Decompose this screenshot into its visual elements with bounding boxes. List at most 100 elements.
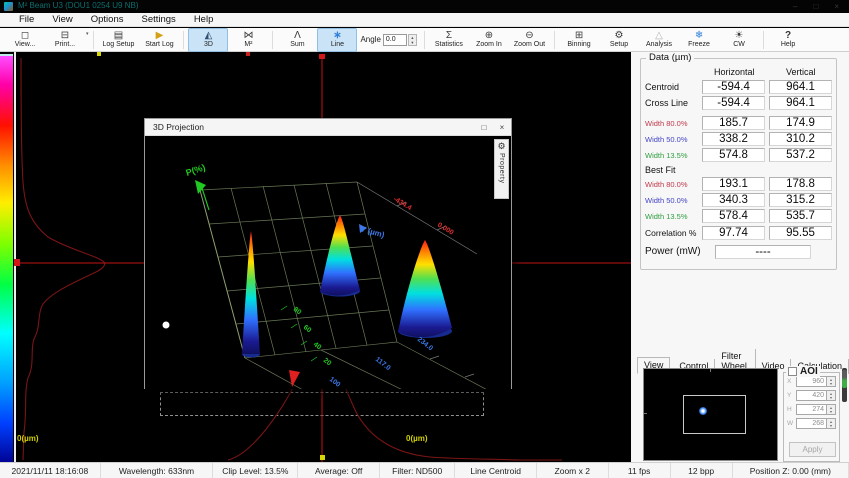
maximize-icon[interactable]: □ xyxy=(813,1,818,12)
statistics-button[interactable]: Σ Statistics xyxy=(429,28,469,52)
status-datetime: 2021/11/11 18:16:08 xyxy=(0,463,101,478)
preview-aoi-rect[interactable] xyxy=(683,395,746,434)
aoi-h-input[interactable]: 274 ▴▾ xyxy=(796,404,836,415)
property-gear-icon: ⚙ xyxy=(497,140,505,153)
sum-button[interactable]: Λ Sum xyxy=(277,28,317,52)
status-fps: 11 fps xyxy=(609,463,671,478)
aoi-field-y: Y 420 ▴▾ xyxy=(787,390,836,401)
close-icon[interactable]: × xyxy=(834,1,839,12)
toolbar: ◻ View... ⊟ Print... ▾ ▤ Log Setup ▶ Sta… xyxy=(0,28,849,52)
crosshair-top-marker xyxy=(319,54,325,59)
line-button[interactable]: ∗ Line xyxy=(317,28,357,52)
menu-options[interactable]: Options xyxy=(82,13,133,26)
projection-maximize-icon[interactable]: □ xyxy=(475,120,493,135)
aoi-field-w: W 268 ▴▾ xyxy=(787,418,836,429)
table-row: Width 50.0% 338.2 310.2 xyxy=(645,131,836,147)
aoi-y-input[interactable]: 420 ▴▾ xyxy=(796,390,836,401)
aoi-w-input[interactable]: 268 ▴▾ xyxy=(796,418,836,429)
property-tab[interactable]: ⚙ Property xyxy=(494,139,509,199)
aoi-field-x: X 960 ▴▾ xyxy=(787,376,836,387)
3d-projection-canvas[interactable]: ⚙ Property xyxy=(145,136,511,389)
aoi-w-spinner[interactable]: ▴▾ xyxy=(826,419,835,428)
sum-icon: Λ xyxy=(294,30,301,41)
view-button[interactable]: ◻ View... xyxy=(5,28,45,52)
projection-close-icon[interactable]: × xyxy=(493,120,511,135)
data-group: Data (µm) Horizontal Vertical Centroid -… xyxy=(640,58,837,270)
correlation-horizontal: 97.74 xyxy=(702,226,765,240)
width80-vertical: 174.9 xyxy=(769,116,832,130)
centroid-horizontal: -594.4 xyxy=(702,80,765,94)
help-icon: ? xyxy=(785,30,791,41)
aoi-field-h: H 274 ▴▾ xyxy=(787,404,836,415)
menu-settings[interactable]: Settings xyxy=(132,13,184,26)
beam-display[interactable]: 0(µm) 0(µm) 3D Projection □ × ⚙ Property xyxy=(0,52,631,462)
3d-projection-titlebar[interactable]: 3D Projection □ × xyxy=(145,119,511,136)
zoom-in-icon: ⊕ xyxy=(485,30,493,41)
fit-width135-horizontal: 578.4 xyxy=(702,209,765,223)
ruler-marker-red[interactable] xyxy=(246,52,250,56)
beam-spot xyxy=(699,407,707,415)
aoi-y-spinner[interactable]: ▴▾ xyxy=(826,391,835,400)
3d-button[interactable]: ◭ 3D xyxy=(188,28,228,52)
fit-width80-vertical: 178.8 xyxy=(769,177,832,191)
cw-button[interactable]: ☀ CW xyxy=(719,28,759,52)
crosshair-bottom-marker xyxy=(320,455,325,460)
aoi-checkbox[interactable] xyxy=(788,367,797,376)
print-button[interactable]: ⊟ Print... xyxy=(45,28,85,52)
table-row: Width 80.0% 193.1 178.8 xyxy=(645,176,836,192)
status-wavelength: Wavelength: 633nm xyxy=(101,463,213,478)
preview-tick xyxy=(710,369,711,372)
m2-button[interactable]: ⋈ M² xyxy=(228,28,268,52)
start-log-button[interactable]: ▶ Start Log xyxy=(139,28,179,52)
aoi-h-spinner[interactable]: ▴▾ xyxy=(826,405,835,414)
crossline-vertical: 964.1 xyxy=(769,96,832,110)
table-row: Centroid -594.4 964.1 xyxy=(645,79,836,95)
freeze-snowflake-icon: ❄ xyxy=(695,30,703,41)
camera-preview[interactable] xyxy=(643,368,778,461)
3d-projection-window[interactable]: 3D Projection □ × ⚙ Property xyxy=(144,118,512,389)
gain-slider[interactable] xyxy=(842,368,847,402)
setup-button[interactable]: ⚙ Setup xyxy=(599,28,639,52)
column-header-horizontal: Horizontal xyxy=(703,67,766,77)
print-dropdown-arrow[interactable]: ▾ xyxy=(86,31,89,37)
table-row: Width 80.0% 185.7 174.9 xyxy=(645,115,836,131)
spin-down-icon[interactable]: ▾ xyxy=(409,40,416,45)
toolbar-separator xyxy=(93,31,94,49)
crossline-horizontal: -594.4 xyxy=(702,96,765,110)
aoi-x-spinner[interactable]: ▴▾ xyxy=(826,377,835,386)
menu-help[interactable]: Help xyxy=(185,13,223,26)
help-button[interactable]: ? Help xyxy=(768,28,808,52)
zoom-out-icon: ⊖ xyxy=(525,30,533,41)
apply-button[interactable]: Apply xyxy=(789,442,836,457)
menu-file[interactable]: File xyxy=(10,13,43,26)
minimize-icon[interactable]: – xyxy=(793,1,797,12)
zoom-in-button[interactable]: ⊕ Zoom In xyxy=(469,28,509,52)
svg-text:60: 60 xyxy=(302,324,313,334)
analysis-button[interactable]: △ Analysis xyxy=(639,28,679,52)
angle-input[interactable]: 0.0 xyxy=(383,34,407,46)
origin-label-left: 0(µm) xyxy=(17,434,39,443)
status-filter: Filter: ND500 xyxy=(380,463,456,478)
gain-slider-thumb[interactable] xyxy=(842,370,847,388)
log-setup-button[interactable]: ▤ Log Setup xyxy=(98,28,140,52)
status-bpp: 12 bpp xyxy=(671,463,733,478)
svg-text:117.0: 117.0 xyxy=(374,356,392,372)
ruler-marker-yellow[interactable] xyxy=(97,52,101,56)
binning-button[interactable]: ⊞ Binning xyxy=(559,28,599,52)
zoom-out-button[interactable]: ⊖ Zoom Out xyxy=(509,28,550,52)
table-row: Correlation % 97.74 95.55 xyxy=(645,224,836,241)
application-window: M² Beam U3 (DOU1 0254 U9 NB) – □ × File … xyxy=(0,0,849,478)
crosshair-left-marker xyxy=(14,259,20,266)
rotation-handle xyxy=(163,322,170,329)
menu-view[interactable]: View xyxy=(43,13,81,26)
printer-icon: ⊟ xyxy=(61,30,69,41)
angle-spinner[interactable]: ▴ ▾ xyxy=(408,34,417,46)
freeze-button[interactable]: ❄ Freeze xyxy=(679,28,719,52)
aoi-x-input[interactable]: 960 ▴▾ xyxy=(796,376,836,387)
width50-vertical: 310.2 xyxy=(769,132,832,146)
fit-width50-horizontal: 340.3 xyxy=(702,193,765,207)
column-header-vertical: Vertical xyxy=(770,67,833,77)
3d-surface-plot: P(%) 80 60 40 20 -434.4 0.0 xyxy=(145,136,511,389)
3d-projection-title: 3D Projection xyxy=(153,122,475,132)
start-log-icon: ▶ xyxy=(156,30,164,41)
